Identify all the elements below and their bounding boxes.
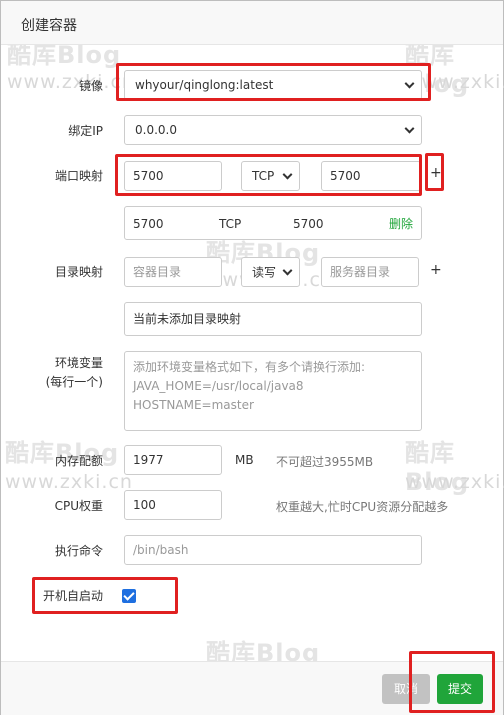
- bind-ip-label: 绑定IP: [68, 124, 103, 138]
- dir-mapping-label: 目录映射: [54, 265, 103, 279]
- submit-highlight-box: [409, 651, 495, 713]
- add-dir-button[interactable]: +: [430, 262, 442, 278]
- port-mapping-label: 端口映射: [54, 169, 103, 183]
- container-dir-input[interactable]: 容器目录: [124, 257, 222, 287]
- dir-empty-box: 当前未添加目录映射: [124, 302, 422, 336]
- mapped-host-port: 5700: [133, 217, 164, 231]
- watermark-url: www.zxki.cn: [5, 471, 133, 493]
- bind-ip-value: 0.0.0.0: [135, 123, 177, 137]
- memory-unit: MB: [235, 453, 254, 467]
- dialog-title: 创建容器: [21, 18, 77, 34]
- dialog-titlebar: 创建容器: [1, 1, 503, 45]
- memory-input[interactable]: 1977: [124, 445, 222, 475]
- env-placeholder-line: HOSTNAME=master: [133, 398, 254, 412]
- port-highlight-box: [115, 154, 422, 196]
- cpu-label: CPU权重: [54, 499, 103, 513]
- cpu-input[interactable]: 100: [124, 490, 222, 520]
- chevron-down-icon: [404, 123, 415, 134]
- mapped-port-row: 5700 TCP 5700 删除: [124, 206, 422, 240]
- env-label-hint: (每行一个): [45, 375, 103, 389]
- env-label: 环境变量: [54, 356, 103, 370]
- delete-port-link[interactable]: 删除: [389, 216, 413, 232]
- mapped-protocol: TCP: [219, 217, 242, 231]
- dir-mode-select[interactable]: 读写: [241, 257, 300, 287]
- env-placeholder-line: JAVA_HOME=/usr/local/java8: [133, 379, 304, 393]
- dir-mode-value: 读写: [252, 265, 277, 280]
- memory-hint: 不可超过3955MB: [276, 455, 374, 469]
- image-label: 镜像: [78, 79, 103, 93]
- memory-label: 内存配额: [54, 454, 103, 468]
- env-textarea[interactable]: 添加环境变量格式如下，有多个请换行添加: JAVA_HOME=/usr/loca…: [124, 351, 422, 431]
- create-container-dialog: 酷库Blog www.zxki.cn 酷库Blog www.zxki.cn 酷库…: [0, 0, 504, 715]
- command-label: 执行命令: [54, 544, 103, 558]
- cpu-hint: 权重越大,忙时CPU资源分配越多: [276, 500, 449, 514]
- mapped-container-port: 5700: [293, 217, 324, 231]
- command-input[interactable]: /bin/bash: [124, 535, 422, 565]
- bind-ip-select[interactable]: 0.0.0.0: [124, 115, 422, 145]
- watermark-url: www.zxki.cn: [405, 471, 504, 493]
- host-dir-input[interactable]: 服务器目录: [321, 257, 419, 287]
- image-highlight-box: [116, 63, 431, 101]
- autostart-highlight-box: [32, 577, 178, 614]
- env-placeholder-line: 添加环境变量格式如下，有多个请换行添加:: [133, 360, 366, 374]
- add-port-highlight-box: [425, 153, 444, 191]
- chevron-down-icon: [282, 265, 293, 276]
